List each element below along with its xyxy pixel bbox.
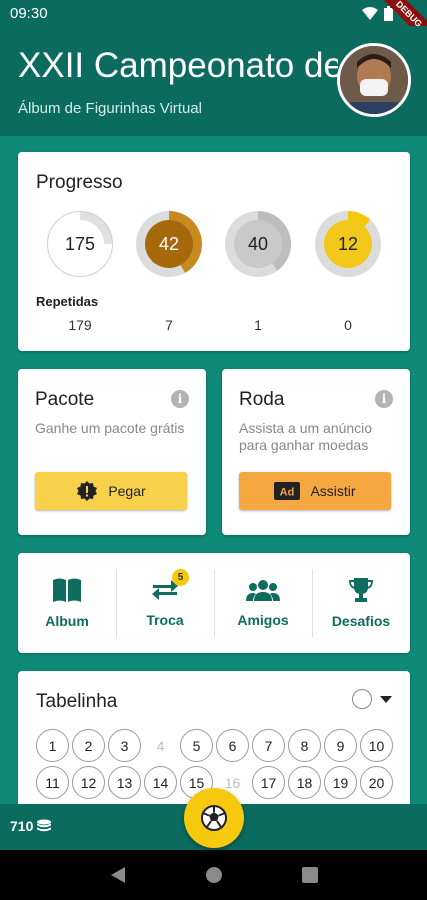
progress-circle-silver: 40 (225, 211, 291, 277)
page-subtitle: Álbum de Figurinhas Virtual (18, 100, 202, 117)
sticker-number[interactable]: 4 (144, 729, 177, 762)
sticker-number[interactable]: 14 (144, 766, 177, 799)
app-header: XXII Campeonato de Álbum de Figurinhas V… (0, 26, 427, 136)
trophy-icon (349, 578, 373, 602)
sticker-number[interactable]: 12 (72, 766, 105, 799)
progress-value-gold: 12 (324, 220, 372, 268)
sticker-number[interactable]: 19 (324, 766, 357, 799)
sticker-number[interactable]: 11 (36, 766, 69, 799)
chevron-down-icon[interactable] (380, 695, 392, 703)
sticker-number[interactable]: 20 (360, 766, 393, 799)
tabelinha-title: Tabelinha (36, 691, 118, 712)
sticker-number[interactable]: 2 (72, 729, 105, 762)
sticker-number[interactable]: 8 (288, 729, 321, 762)
recents-icon[interactable] (301, 867, 318, 883)
repeated-bronze: 7 (165, 317, 173, 333)
svg-text:Ad: Ad (280, 487, 295, 499)
soccer-ball-icon (201, 805, 227, 831)
book-icon (53, 578, 81, 602)
sticker-number[interactable]: 13 (108, 766, 141, 799)
system-nav-bar (0, 850, 427, 900)
sticker-number[interactable]: 1 (36, 729, 69, 762)
nav-troca-label: Troca (146, 612, 184, 628)
tabelinha-filter[interactable] (352, 689, 392, 709)
assistir-button-label: Assistir (310, 483, 356, 499)
pegar-button-label: Pegar (108, 483, 146, 499)
progress-circle-total: 175 (47, 211, 113, 277)
avatar[interactable] (337, 43, 411, 117)
pacote-description: Ganhe um pacote grátis (35, 420, 185, 436)
filter-radio-icon[interactable] (352, 689, 372, 709)
coin-balance: 710 (10, 818, 52, 834)
page-title: XXII Campeonato de (18, 46, 338, 85)
roda-card: Roda i Assista a um anúncio para ganhar … (222, 369, 410, 535)
progress-circle-bronze: 42 (136, 211, 202, 277)
progress-circle-gold: 12 (315, 211, 381, 277)
sticker-number[interactable]: 7 (252, 729, 285, 762)
roda-title: Roda (239, 389, 285, 410)
progress-value-bronze: 42 (145, 220, 193, 268)
repeated-total: 179 (68, 317, 92, 333)
group-icon (246, 580, 280, 601)
repeated-silver: 1 (254, 317, 262, 333)
sticker-number[interactable]: 5 (180, 729, 213, 762)
wifi-icon (362, 6, 378, 20)
progress-value-silver: 40 (234, 220, 282, 268)
status-icons (362, 5, 393, 21)
info-icon[interactable]: i (171, 390, 189, 408)
coins-icon (37, 819, 52, 832)
sticker-number[interactable]: 18 (288, 766, 321, 799)
status-bar: 09:30 DEBUG (0, 0, 427, 48)
nav-album-label: Album (45, 613, 89, 629)
coin-count: 710 (10, 818, 34, 834)
nav-card: Album 5 Troca Amigos Desafios (18, 553, 410, 653)
pacote-card: Pacote i Ganhe um pacote grátis Pegar (18, 369, 206, 535)
nav-amigos[interactable]: Amigos (214, 553, 312, 653)
sticker-pack-icon (77, 481, 98, 501)
nav-album[interactable]: Album (18, 553, 116, 653)
ad-icon: Ad (274, 482, 301, 500)
avatar-image (340, 46, 408, 114)
progress-value-total: 175 (56, 220, 104, 268)
back-icon[interactable] (110, 866, 126, 884)
play-fab-button[interactable] (184, 788, 244, 848)
progress-title: Progresso (36, 172, 123, 193)
pegar-button[interactable]: Pegar (35, 472, 187, 510)
roda-description: Assista a um anúncio para ganhar moedas (239, 420, 373, 453)
info-icon[interactable]: i (375, 390, 393, 408)
home-icon[interactable] (205, 866, 223, 884)
nav-amigos-label: Amigos (237, 612, 289, 628)
sticker-number[interactable]: 17 (252, 766, 285, 799)
repeated-label: Repetidas (36, 294, 99, 309)
nav-desafios[interactable]: Desafios (312, 553, 410, 653)
progress-card: Progresso 175 42 40 12 Repetidas 179 7 1… (18, 152, 410, 351)
sticker-number[interactable]: 10 (360, 729, 393, 762)
status-time: 09:30 (10, 4, 48, 22)
nav-troca[interactable]: 5 Troca (116, 553, 214, 653)
assistir-button[interactable]: Ad Assistir (239, 472, 391, 510)
repeated-gold: 0 (344, 317, 352, 333)
sticker-number[interactable]: 6 (216, 729, 249, 762)
sticker-number[interactable]: 3 (108, 729, 141, 762)
sticker-number[interactable]: 9 (324, 729, 357, 762)
pacote-title: Pacote (35, 389, 95, 410)
nav-desafios-label: Desafios (331, 613, 391, 629)
troca-badge: 5 (172, 569, 189, 586)
